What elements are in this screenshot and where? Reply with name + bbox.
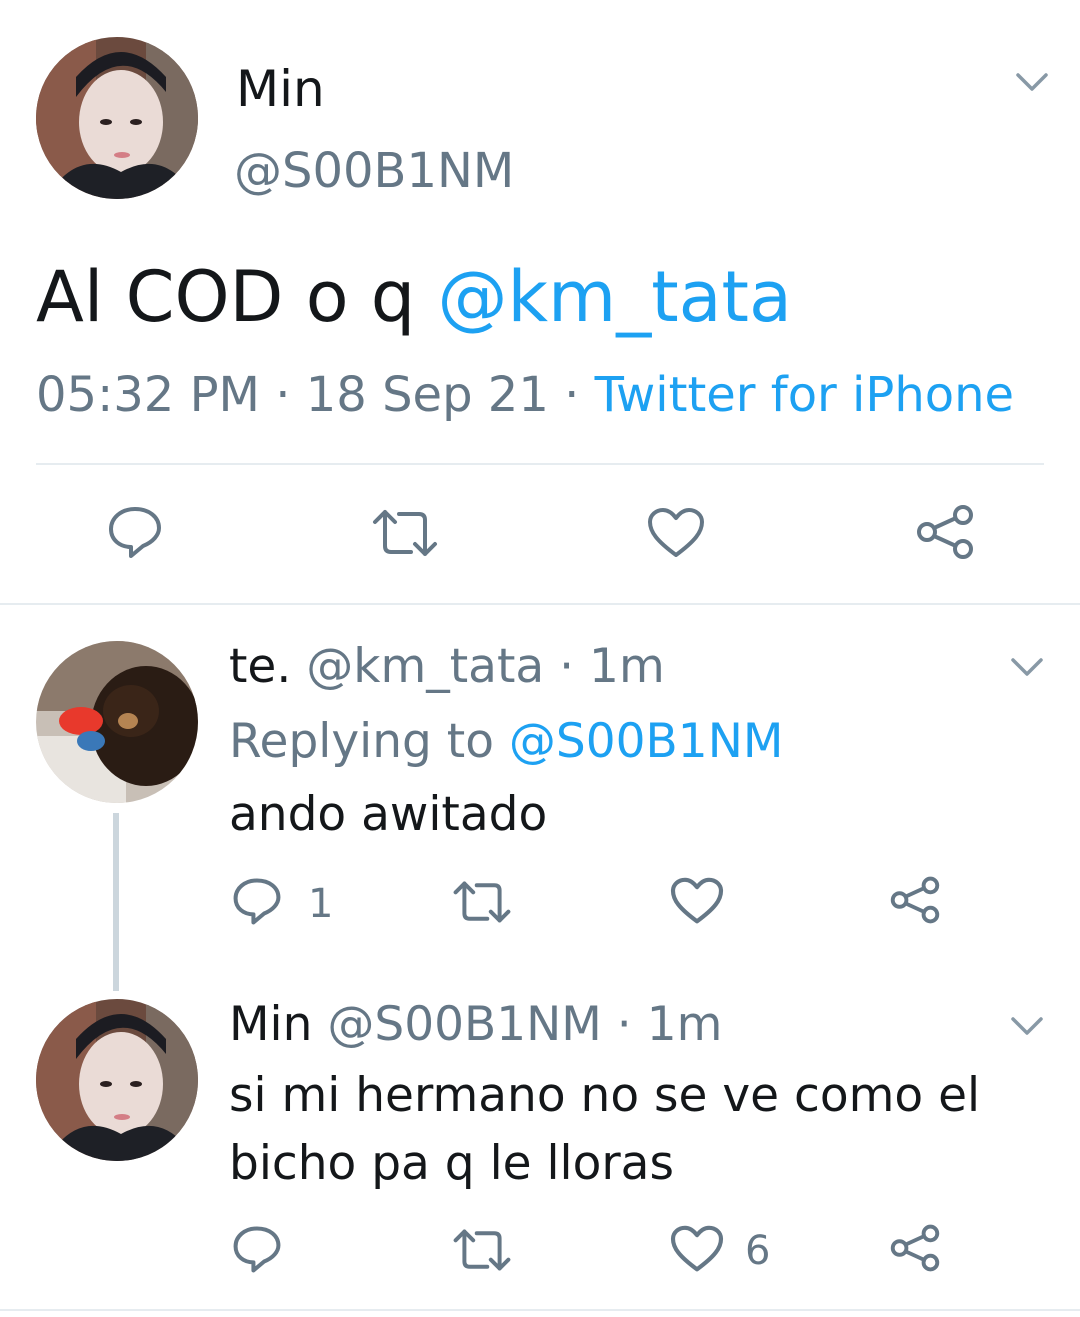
author-name[interactable]: Min — [236, 60, 325, 118]
reply-icon[interactable] — [232, 1224, 282, 1274]
author-name[interactable]: te. — [229, 639, 291, 694]
reply-count: 1 — [308, 881, 334, 927]
share-icon[interactable] — [890, 876, 940, 924]
tweet-source[interactable]: Twitter for iPhone — [595, 367, 1014, 423]
reply-icon[interactable] — [107, 505, 163, 559]
divider — [36, 463, 1044, 465]
author-handle[interactable]: @S00B1NM — [234, 143, 514, 199]
tweet-text: Al COD o q @km_tata — [36, 256, 792, 338]
meta-separator: · — [601, 997, 647, 1052]
like-icon[interactable] — [670, 877, 724, 925]
retweet-icon[interactable] — [371, 508, 439, 558]
replying-to: Replying to @S00B1NM — [229, 714, 783, 769]
tweet-text-line: si mi hermano no se ve como el — [229, 1068, 981, 1123]
tweet-age[interactable]: 1m — [647, 997, 723, 1052]
like-icon[interactable] — [647, 507, 705, 559]
chevron-down-icon[interactable] — [1010, 656, 1044, 678]
share-icon[interactable] — [916, 504, 974, 560]
like-count: 6 — [745, 1228, 771, 1274]
divider — [0, 603, 1080, 605]
reply-icon[interactable] — [232, 876, 282, 926]
tweet-date[interactable]: 18 Sep 21 — [306, 367, 549, 423]
tweet-text: ando awitado — [229, 787, 548, 842]
tweet-text-line: bicho pa q le lloras — [229, 1136, 674, 1191]
share-icon[interactable] — [890, 1224, 940, 1272]
replying-prefix: Replying to — [229, 714, 509, 769]
replying-handle-link[interactable]: @S00B1NM — [509, 714, 784, 769]
avatar[interactable] — [36, 37, 198, 199]
tweet-time[interactable]: 05:32 PM — [36, 367, 260, 423]
author-handle[interactable]: @S00B1NM — [327, 997, 602, 1052]
author-name[interactable]: Min — [229, 997, 312, 1052]
like-icon[interactable] — [670, 1225, 724, 1273]
tweet-meta: 05:32 PM · 18 Sep 21 · Twitter for iPhon… — [36, 367, 1014, 423]
meta-separator: · — [548, 367, 595, 423]
tweet-text-plain: Al COD o q — [36, 256, 438, 338]
tweet-age[interactable]: 1m — [589, 639, 665, 694]
reply-header: te. @km_tata · 1m — [229, 639, 665, 694]
reply-header: Min @S00B1NM · 1m — [229, 997, 722, 1052]
chevron-down-icon[interactable] — [1015, 71, 1049, 93]
divider — [0, 1309, 1080, 1311]
avatar[interactable] — [36, 999, 198, 1161]
retweet-icon[interactable] — [452, 1228, 512, 1272]
author-handle[interactable]: @km_tata — [306, 639, 544, 694]
retweet-icon[interactable] — [452, 880, 512, 924]
meta-separator: · — [544, 639, 590, 694]
thread-line — [113, 813, 119, 991]
avatar[interactable] — [36, 641, 198, 803]
meta-separator: · — [259, 367, 306, 423]
mention-link[interactable]: @km_tata — [437, 256, 791, 338]
chevron-down-icon[interactable] — [1010, 1015, 1044, 1037]
